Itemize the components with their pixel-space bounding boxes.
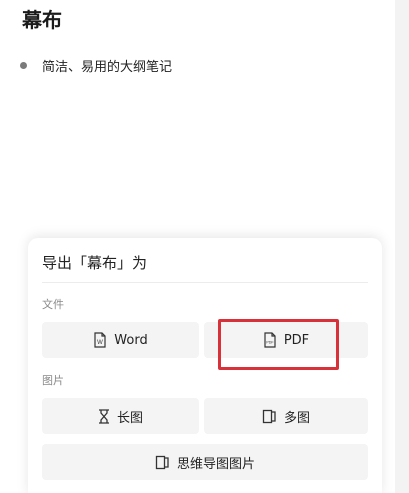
outline-item[interactable]: 简洁、易用的大纲笔记 <box>20 56 172 75</box>
outline-item-text: 简洁、易用的大纲笔记 <box>42 60 173 75</box>
export-word-button[interactable]: W Word <box>42 322 199 358</box>
word-file-icon: W <box>93 332 107 348</box>
export-word-label: Word <box>114 332 148 348</box>
file-section-label: 文件 <box>42 298 64 311</box>
export-sheet: 导出「幕布」为 文件 W Word PDF PDF 图片 长图 多图 思维导图图… <box>28 238 382 493</box>
svg-text:W: W <box>97 340 103 346</box>
scrollbar-strip <box>395 0 409 493</box>
image-section-label: 图片 <box>42 374 64 387</box>
export-multi-image-button[interactable]: 多图 <box>204 398 368 434</box>
export-long-image-button[interactable]: 长图 <box>42 398 199 434</box>
export-pdf-button[interactable]: PDF PDF <box>204 322 368 358</box>
export-sheet-title: 导出「幕布」为 <box>42 254 148 272</box>
export-pdf-label: PDF <box>283 332 310 348</box>
pdf-file-icon: PDF <box>263 332 277 348</box>
page: 幕布 简洁、易用的大纲笔记 导出「幕布」为 文件 W Word PDF PDF … <box>0 0 409 493</box>
divider <box>42 282 368 283</box>
export-long-image-label: 长图 <box>116 410 143 426</box>
export-multi-image-label: 多图 <box>283 410 310 426</box>
svg-text:PDF: PDF <box>266 341 274 345</box>
hourglass-icon <box>98 408 110 424</box>
export-mindmap-image-button[interactable]: 思维导图图片 <box>42 444 368 480</box>
multi-page-icon <box>262 409 277 424</box>
bullet-icon <box>20 62 27 69</box>
document-title: 幕布 <box>22 8 62 32</box>
export-mindmap-image-label: 思维导图图片 <box>176 456 255 472</box>
multi-page-icon <box>155 455 170 470</box>
